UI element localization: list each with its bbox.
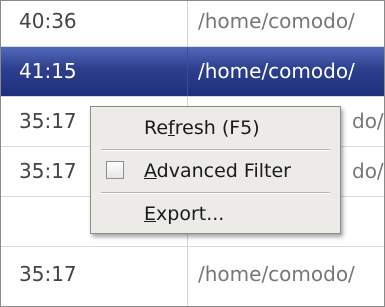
- log-table: 40:36 /home/comodo/ 41:15 /home/comodo/ …: [0, 0, 385, 307]
- time-cell: 41:15: [1, 47, 188, 96]
- time-cell: 40:36: [1, 1, 188, 46]
- path-cell: do/: [352, 159, 384, 183]
- checkbox-icon[interactable]: [106, 161, 124, 179]
- path-cell: /home/comodo/: [198, 59, 355, 83]
- menu-separator: [101, 192, 330, 194]
- path-cell: do/: [352, 109, 384, 133]
- table-row[interactable]: 40:36 /home/comodo/: [1, 1, 384, 47]
- menu-item-label: Refresh (F5): [144, 117, 260, 139]
- context-menu: Refresh (F5) Advanced Filter Export...: [90, 106, 341, 234]
- path-cell: /home/comodo/: [198, 9, 355, 33]
- table-row[interactable]: 35:17 /home/comodo/: [1, 247, 384, 306]
- table-row-selected[interactable]: 41:15 /home/comodo/: [1, 47, 384, 97]
- menu-item-label: Advanced Filter: [144, 160, 291, 182]
- time-cell: 35:17: [1, 247, 188, 306]
- menu-item-export[interactable]: Export...: [92, 196, 339, 232]
- menu-item-refresh[interactable]: Refresh (F5): [92, 110, 339, 146]
- menu-item-label: Export...: [144, 203, 225, 225]
- menu-separator: [101, 149, 330, 151]
- path-cell: /home/comodo/: [198, 262, 355, 286]
- menu-item-advanced-filter[interactable]: Advanced Filter: [92, 153, 339, 189]
